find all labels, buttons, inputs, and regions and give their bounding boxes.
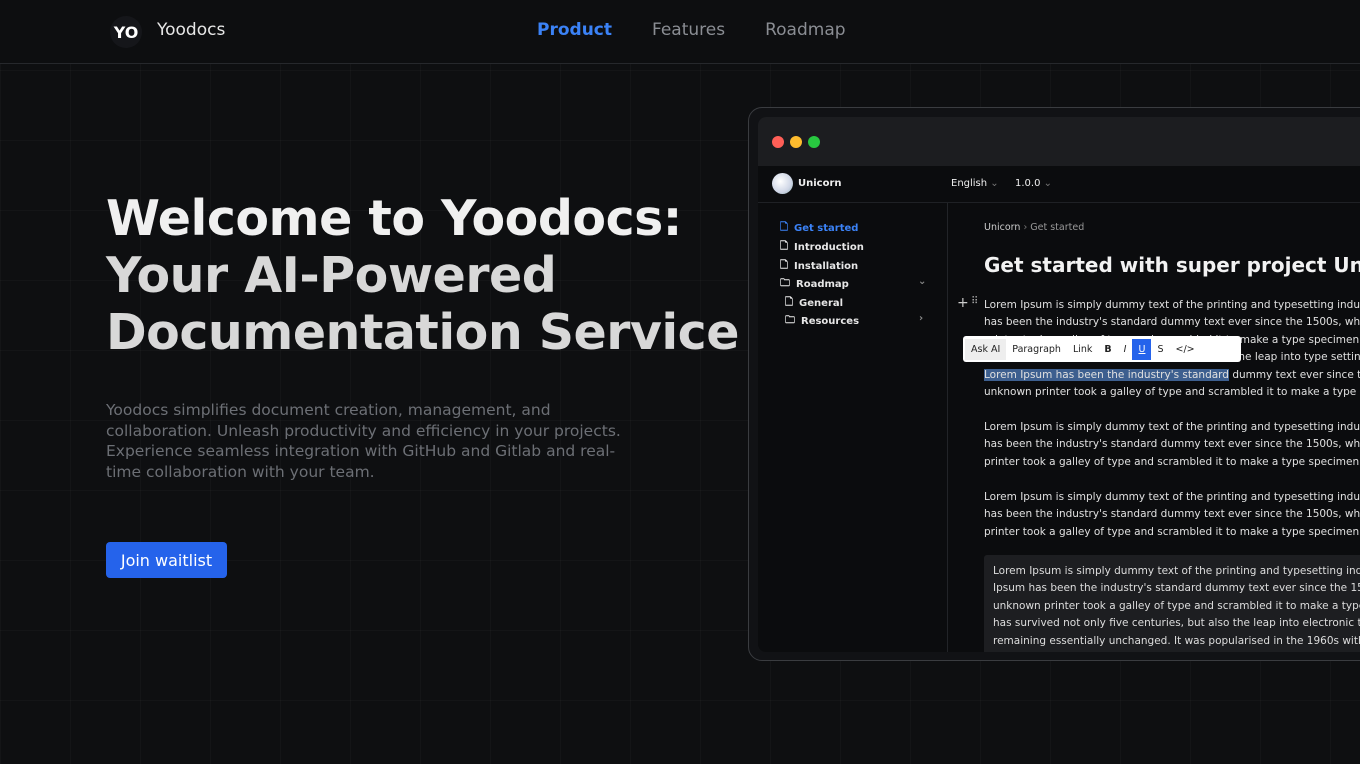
- text: dummy text ever since the 1500s, when an: [1232, 368, 1360, 381]
- drag-handle-icon[interactable]: ⠿: [971, 296, 978, 307]
- selected-text[interactable]: Lorem Ipsum has been the industry's stan…: [984, 368, 1229, 381]
- close-dot-icon: [772, 136, 784, 148]
- text-line: Lorem Ipsum is simply dummy text of the …: [984, 421, 1360, 433]
- file-icon: 🗋: [780, 260, 789, 271]
- hero-description: Yoodocs simplifies document creation, ma…: [106, 401, 621, 481]
- sidebar-item-installation[interactable]: 🗋 Installation: [780, 258, 858, 275]
- paragraph: Lorem Ipsum is simply dummy text of the …: [984, 419, 1360, 471]
- sidebar-item-general[interactable]: 🗋 General: [785, 295, 843, 312]
- text-line: unknown printer took a galley of type an…: [993, 599, 1360, 612]
- project-name: Unicorn: [798, 178, 842, 189]
- text-line: Lorem Ipsum is simply dummy text of the …: [993, 565, 1360, 577]
- maximize-dot-icon: [808, 136, 820, 148]
- text-line: unknown printer took a galley of type an…: [984, 386, 1360, 399]
- join-waitlist-button[interactable]: Join waitlist: [106, 542, 227, 578]
- sidebar-item-label: Get started: [794, 223, 859, 234]
- sidebar-item-resources[interactable]: 🗀 Resources: [785, 313, 859, 330]
- language-value: English: [951, 178, 988, 189]
- chevron-right-icon: ›: [1020, 222, 1031, 233]
- text-line: Lorem Ipsum is simply dummy text of the …: [984, 491, 1360, 503]
- sidebar-item-roadmap[interactable]: 🗀 Roadmap: [780, 276, 849, 293]
- top-nav: YO Yoodocs Product Features Roadmap: [0, 0, 1360, 64]
- format-toolbar: Ask AI Paragraph Link B I U S </>: [963, 336, 1241, 362]
- text-line: Lorem Ipsum is simply dummy text of the …: [984, 299, 1360, 311]
- plus-icon[interactable]: +: [957, 295, 969, 311]
- text-line: printer took a galley of type and scramb…: [984, 525, 1360, 538]
- text-line: has been the industry's standard dummy t…: [984, 508, 1360, 521]
- paragraph: Lorem Ipsum is simply dummy text of the …: [984, 489, 1360, 541]
- window-titlebar: [758, 117, 1360, 166]
- nav-features[interactable]: Features: [652, 20, 725, 40]
- code-block: Lorem Ipsum is simply dummy text of the …: [984, 555, 1360, 652]
- ask-ai-button[interactable]: Ask AI: [965, 338, 1007, 360]
- doc-heading: Get started with super project Unicorn: [984, 253, 1360, 277]
- brand-name[interactable]: Yoodocs: [157, 20, 225, 40]
- chevron-down-icon: ⌄: [987, 178, 999, 189]
- doc-content: Unicorn › Get started Get started with s…: [957, 203, 1360, 652]
- breadcrumb-item[interactable]: Unicorn: [984, 222, 1020, 233]
- chevron-down-icon[interactable]: ⌄: [918, 276, 926, 287]
- text-line: has been the industry's standard dummy t…: [984, 316, 1360, 329]
- text-line: Ipsum has been the industry's standard d…: [993, 582, 1360, 595]
- file-icon: 🗋: [780, 241, 789, 252]
- link-button[interactable]: Link: [1067, 339, 1098, 360]
- sidebar-item-label: Installation: [794, 261, 859, 272]
- folder-icon: 🗀: [780, 278, 790, 289]
- code-button[interactable]: </>: [1169, 339, 1200, 360]
- version-value: 1.0.0: [1015, 178, 1041, 189]
- sidebar-item-get-started[interactable]: 🗋 Get started: [780, 220, 858, 237]
- underline-button[interactable]: U: [1132, 338, 1152, 360]
- sidebar-item-label: Introduction: [794, 242, 864, 253]
- sidebar-item-label: Resources: [801, 316, 860, 327]
- italic-button[interactable]: I: [1118, 339, 1133, 360]
- bold-button[interactable]: B: [1098, 339, 1117, 360]
- version-select[interactable]: 1.0.0 ⌄: [1015, 178, 1052, 189]
- text-line: Lorem Ipsum has been the industry's stan…: [984, 367, 1360, 384]
- folder-icon: 🗀: [785, 315, 795, 326]
- sidebar-item-label: General: [799, 298, 844, 309]
- hero-title: Welcome to Yoodocs: Your AI-Powered Docu…: [106, 190, 739, 361]
- text-line: remaining essentially unchanged. It was …: [993, 634, 1360, 647]
- file-icon: 🗋: [780, 222, 789, 233]
- title-line: Your AI-Powered: [106, 247, 557, 304]
- sidebar-item-label: Roadmap: [796, 279, 849, 290]
- paragraph-select[interactable]: Paragraph: [1006, 339, 1067, 360]
- title-line: Welcome to Yoodocs:: [106, 190, 682, 247]
- text-line: has been the industry's standard dummy t…: [984, 438, 1360, 451]
- sidebar-item-introduction[interactable]: 🗋 Introduction: [780, 239, 864, 256]
- file-icon: 🗋: [785, 297, 794, 308]
- text-line: printer took a galley of type and scramb…: [984, 455, 1360, 468]
- title-line: Documentation Service: [106, 304, 739, 361]
- language-select[interactable]: English ⌄: [951, 178, 999, 189]
- doc-sidebar: 🗋 Get started 🗋 Introduction 🗋 Installation…: [758, 203, 948, 652]
- chevron-down-icon: ⌄: [1040, 178, 1053, 189]
- strikethrough-button[interactable]: S: [1151, 339, 1169, 360]
- text-line: has survived not only five centuries, bu…: [993, 617, 1360, 630]
- app-header: Unicorn English ⌄ 1.0.0 ⌄: [758, 166, 1360, 203]
- avatar: [772, 173, 793, 194]
- minimize-dot-icon: [790, 136, 802, 148]
- nav-product[interactable]: Product: [537, 20, 612, 40]
- logo[interactable]: YO: [110, 16, 142, 48]
- chevron-right-icon[interactable]: ›: [919, 313, 923, 324]
- app-preview: Unicorn English ⌄ 1.0.0 ⌄ 🗋 Get started 🗋…: [748, 107, 1360, 661]
- nav-roadmap[interactable]: Roadmap: [765, 20, 845, 40]
- breadcrumb-item: Get started: [1030, 222, 1085, 233]
- breadcrumb: Unicorn › Get started: [984, 222, 1084, 233]
